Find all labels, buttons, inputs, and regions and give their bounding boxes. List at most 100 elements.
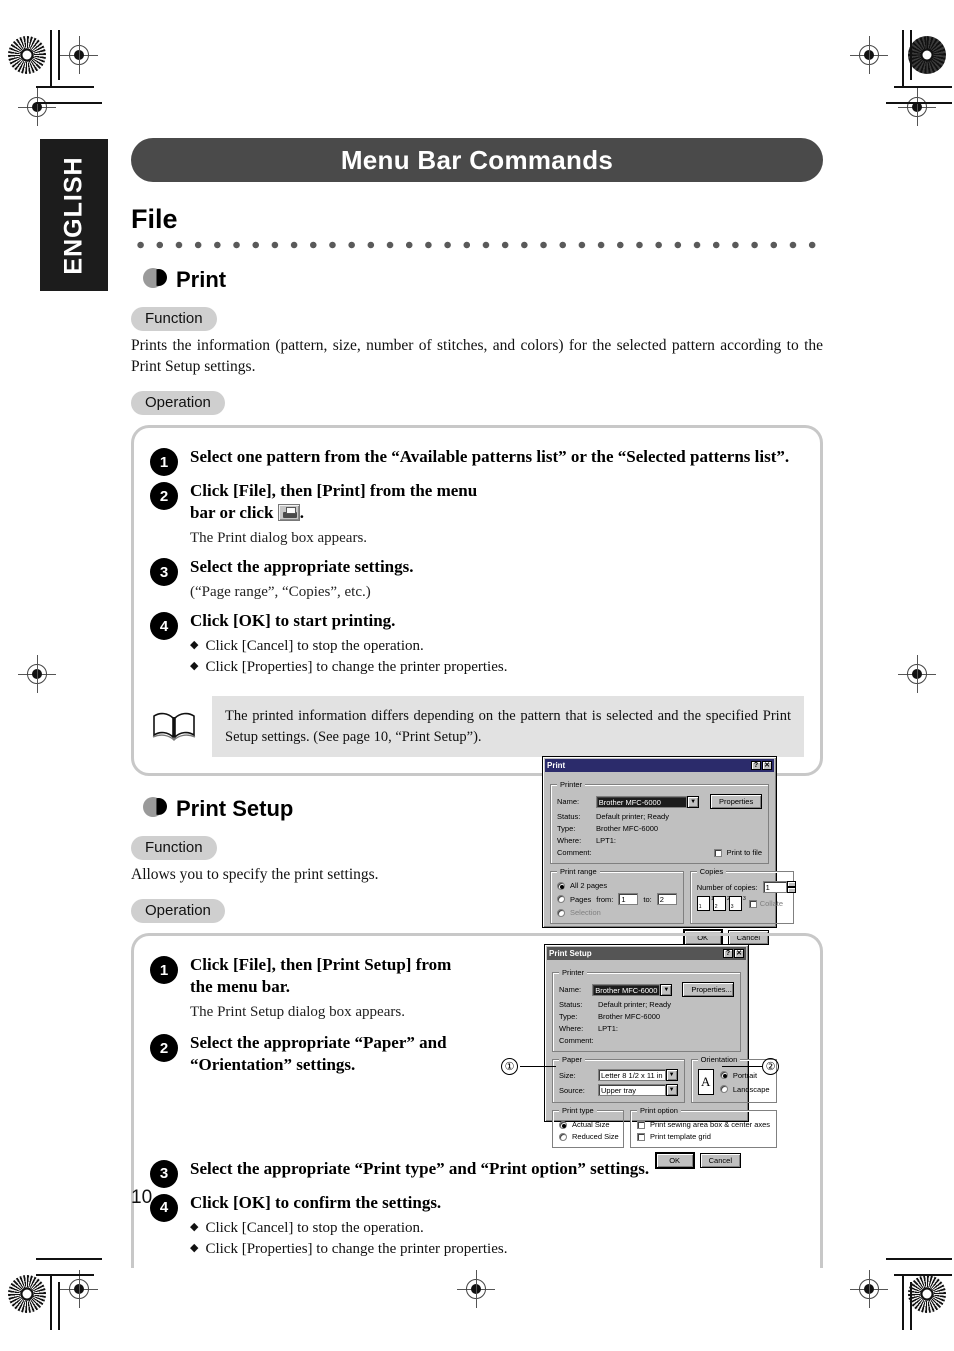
reduced-size-row[interactable]: Reduced Size [559, 1132, 619, 1141]
print-to-file-checkbox[interactable] [713, 848, 722, 857]
print-type-legend: Print type [559, 1106, 597, 1116]
paper-source-row: Source: Upper tray ▼ [559, 1084, 678, 1097]
print-dialog-title-buttons: ? ✕ [751, 761, 772, 771]
copies-input[interactable]: 1 [762, 881, 787, 894]
crop-mark-bottom-left [18, 655, 56, 693]
step-item: 4 Click [OK] to confirm the settings. Cl… [150, 1192, 810, 1260]
step-note: Click [Cancel] to stop the operation. [190, 636, 610, 657]
setup-printer-group: Printer Name: Brother MFC-6000 ▼ Propert… [552, 968, 741, 1053]
crop-mark-bottom-center [457, 1270, 495, 1308]
step-item: 4 Click [OK] to start printing. Click [C… [150, 610, 550, 678]
print-range-group: Print range All 2 pages Pages from: 1 to… [550, 867, 684, 925]
setup-ok-button[interactable]: OK [655, 1153, 694, 1169]
printer-group: Printer Name: Brother MFC-6000 ▼ Propert… [550, 780, 769, 865]
chapter-banner-label: Menu Bar Commands [340, 144, 614, 175]
paper-size-value: Letter 8 1/2 x 11 in [598, 1069, 666, 1082]
step-title-line1: Click [File], then [Print Setup] from [190, 955, 452, 975]
dotted-rule [131, 241, 823, 249]
portrait-radio[interactable] [719, 1071, 728, 1080]
step-title-line1: Select the appropriate “Paper” and [190, 1033, 447, 1053]
collate-checkbox [748, 899, 757, 908]
actual-size-radio[interactable] [559, 1120, 567, 1129]
printer-type-row: Type: Brother MFC-6000 [557, 824, 762, 833]
paper-size-combo[interactable]: Letter 8 1/2 x 11 in ▼ [598, 1069, 678, 1082]
page-number: 10 [131, 1187, 153, 1208]
step-note: Click [Properties] to change the printer… [190, 1239, 620, 1260]
step-subtext: The Print Setup dialog box appears. [190, 1003, 405, 1020]
help-button[interactable]: ? [751, 761, 761, 771]
range-selection-radio [557, 908, 565, 917]
paper-size-row: Size: Letter 8 1/2 x 11 in ▼ [559, 1069, 678, 1082]
setup-type-row: Type: Brother MFC-6000 [559, 1012, 734, 1021]
step-subtext: (“Page range”, “Copies”, etc.) [190, 583, 371, 600]
moon-bullet-icon [143, 796, 167, 821]
chevron-down-icon[interactable]: ▼ [665, 1084, 678, 1097]
type-value: Brother MFC-6000 [598, 1012, 661, 1022]
paper-group: Paper Size: Letter 8 1/2 x 11 in ▼ Sourc… [552, 1055, 685, 1104]
actual-size-row[interactable]: Actual Size [559, 1120, 617, 1129]
print-setup-titlebar[interactable]: Print Setup ? ✕ [547, 947, 746, 961]
setup-cancel-button[interactable]: Cancel [699, 1153, 741, 1169]
step-title: Click [OK] to start printing. [190, 611, 396, 631]
where-value: LPT1: [598, 1024, 619, 1034]
opt-sewing-checkbox[interactable] [637, 1120, 645, 1129]
reduced-size-radio[interactable] [559, 1132, 567, 1141]
collate-row: 11 22 33 Collate [696, 896, 787, 912]
print-type-group: Print type Actual Size Reduced Size [552, 1106, 624, 1149]
step-title-line1: Click [File], then [Print] from the menu [190, 481, 478, 501]
opt-grid-checkbox[interactable] [637, 1132, 645, 1141]
copies-group: Copies Number of copies: 1 11 22 33 [689, 867, 796, 925]
where-label: Where: [559, 1024, 584, 1034]
properties-button[interactable]: Properties [710, 794, 762, 810]
print-dialog[interactable]: Print ? ✕ Printer Name: Brother MFC-6000… [542, 756, 796, 946]
step-title: Click [OK] to confirm the settings. [190, 1192, 442, 1212]
callout-one-leader [520, 1066, 556, 1068]
callout-two-leader [722, 1066, 762, 1068]
chevron-down-icon[interactable]: ▼ [660, 983, 673, 996]
copies-spin-arrows[interactable] [786, 881, 796, 894]
range-all-radio[interactable] [557, 881, 565, 890]
chevron-down-icon[interactable]: ▼ [665, 1069, 678, 1082]
step-item: 2 Click [File], then [Print] from the me… [150, 480, 550, 548]
printer-name-combo[interactable]: Brother MFC-6000 ▼ [595, 795, 700, 808]
step-item: 2 Select the appropriate “Paper” and “Or… [150, 1032, 510, 1076]
range-all-row[interactable]: All 2 pages [557, 881, 677, 890]
opt-grid-row[interactable]: Print template grid [637, 1132, 770, 1141]
callout-one-circle: ① [501, 1058, 518, 1076]
range-pages-row[interactable]: Pages from: 1 to: 2 [557, 893, 677, 906]
copies-stepper[interactable]: 1 [762, 881, 796, 894]
step-title-line2: “Orientation” settings. [190, 1055, 356, 1075]
print-dialog-titlebar[interactable]: Print ? ✕ [545, 759, 774, 773]
crop-mark-bottom-right [898, 655, 936, 693]
opt-sewing-row[interactable]: Print sewing area box & center axes [637, 1120, 770, 1129]
printer-toolbar-icon[interactable] [277, 503, 300, 521]
type-value: Brother MFC-6000 [596, 824, 659, 834]
print-option-legend: Print option [637, 1106, 681, 1116]
close-icon[interactable]: ✕ [762, 761, 772, 771]
step-number: 2 [150, 1034, 178, 1063]
step-title-line2-period: . [299, 502, 304, 522]
where-label: Where: [557, 836, 582, 846]
corner-trim-bottom-right [872, 1240, 952, 1330]
range-pages-label: Pages [570, 894, 592, 904]
collate-page-preview-1: 11 [696, 896, 714, 912]
close-icon[interactable]: ✕ [734, 949, 744, 959]
setup-properties-button[interactable]: Properties... [682, 982, 734, 998]
status-label: Status: [559, 1000, 583, 1010]
print-setup-dialog[interactable]: Print Setup ? ✕ Printer Name: Brother MF… [544, 944, 778, 1169]
landscape-radio[interactable] [719, 1085, 728, 1094]
from-input[interactable]: 1 [618, 893, 639, 906]
opt-sewing-label: Print sewing area box & center axes [650, 1120, 771, 1130]
to-input[interactable]: 2 [656, 893, 677, 906]
setup-printer-name-combo[interactable]: Brother MFC-6000 ▼ [592, 983, 673, 996]
paper-source-combo[interactable]: Upper tray ▼ [598, 1084, 678, 1097]
step-number: 4 [150, 1193, 178, 1222]
printer-name-row: Name: Brother MFC-6000 ▼ Properties [557, 794, 762, 810]
operation-box-print: 1 Select one pattern from the “Available… [131, 425, 823, 946]
chevron-down-icon[interactable]: ▼ [687, 795, 700, 808]
range-pages-radio[interactable] [557, 895, 565, 904]
operation-pill: Operation [131, 899, 225, 924]
landscape-row[interactable]: Landscape [719, 1085, 770, 1094]
help-button[interactable]: ? [723, 949, 733, 959]
operation-box-print-setup: 1 Click [File], then [Print Setup] from … [131, 933, 823, 1268]
